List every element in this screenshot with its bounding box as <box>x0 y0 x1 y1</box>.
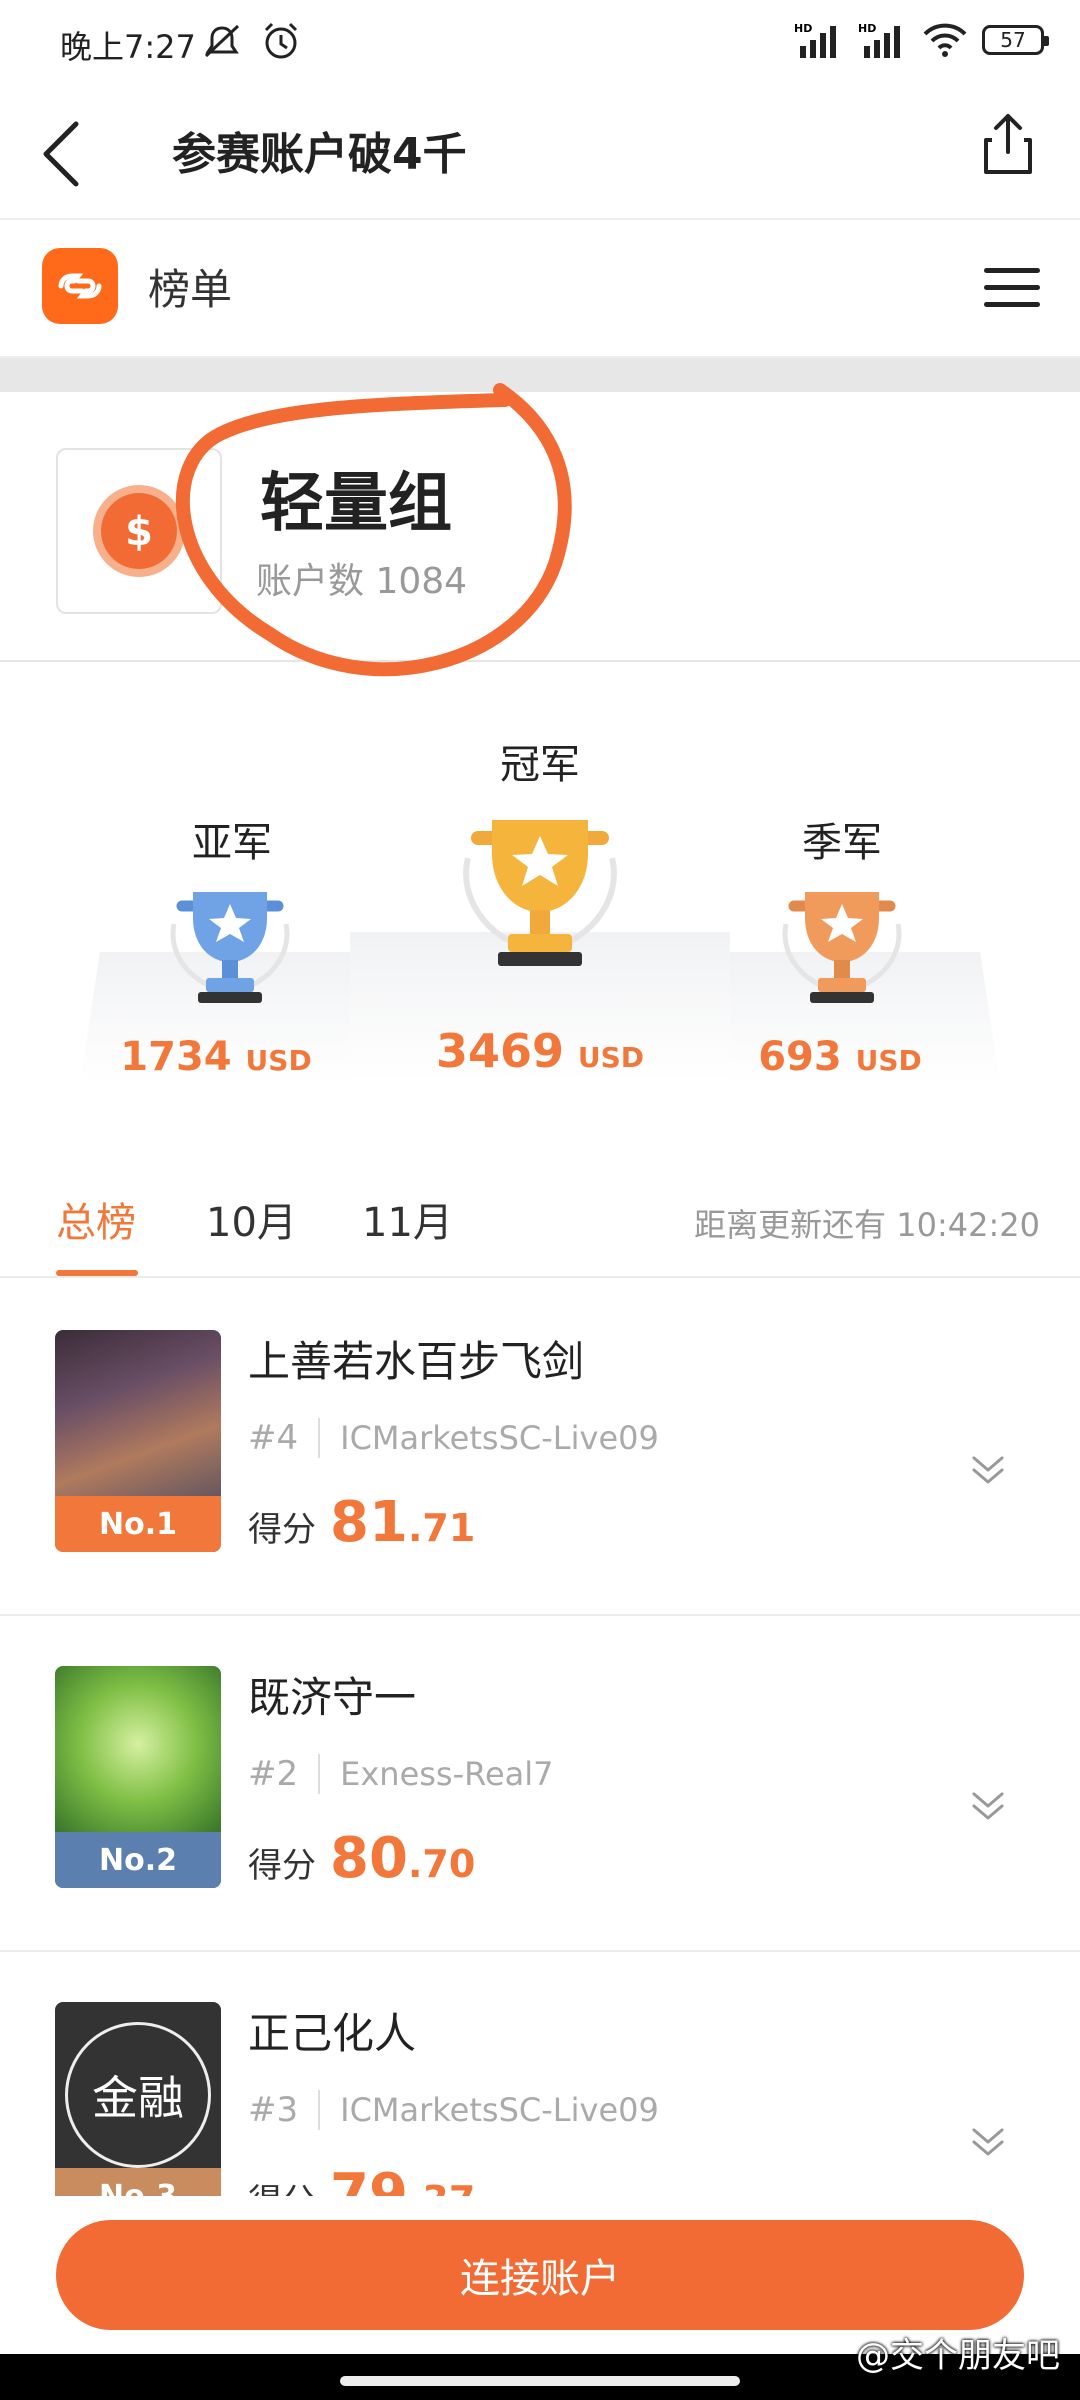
expand-chevron-icon[interactable] <box>966 1784 1010 1828</box>
update-countdown: 距离更新还有 10:42:20 <box>694 1206 1040 1244</box>
menu-button[interactable] <box>984 268 1040 308</box>
score-integer: 81 <box>330 1490 408 1555</box>
ranking-label: 榜单 <box>148 265 233 314</box>
user-score: 得分 81 .71 <box>248 1490 475 1555</box>
tab-october[interactable]: 10月 <box>206 1190 297 1248</box>
leaderboard-row[interactable]: No.2 既济守一 #2 Exness-Real7 得分 80 .70 <box>0 1614 1080 1952</box>
app-header: 参赛账户破4千 <box>0 80 1080 220</box>
watermark: @交个朋友吧 <box>856 2336 1060 2376</box>
user-meta: #3 ICMarketsSC-Live09 <box>248 2090 659 2130</box>
champion-prize-currency: USD <box>577 1041 645 1074</box>
app-logo-icon <box>42 248 118 324</box>
expand-chevron-icon[interactable] <box>966 2120 1010 2164</box>
svg-text:HD: HD <box>794 22 812 35</box>
battery-icon: 57 <box>982 25 1049 55</box>
user-name: 上善若水百步飞剑 <box>248 1337 585 1386</box>
meta-divider <box>318 2090 321 2130</box>
menu-icon-line <box>984 285 1040 290</box>
user-name: 既济守一 <box>248 1673 417 1722</box>
tab-november[interactable]: 11月 <box>362 1190 453 1248</box>
menu-icon <box>984 268 1040 273</box>
home-indicator[interactable] <box>340 2376 740 2386</box>
wifi-icon <box>923 23 967 57</box>
runner-up-prize: 1734 USD <box>66 1034 366 1080</box>
runner-up-prize-currency: USD <box>245 1044 312 1077</box>
status-bar: 晚上7:27 HD HD 57 <box>0 0 1080 80</box>
user-server: ICMarketsSC-Live09 <box>340 2091 659 2129</box>
score-decimal: .71 <box>407 1506 476 1550</box>
alarm-icon <box>260 20 302 66</box>
page-title: 参赛账户破4千 <box>172 129 467 180</box>
runner-up-label: 亚军 <box>192 820 272 866</box>
svg-text:HD: HD <box>858 22 876 35</box>
mute-icon <box>200 22 244 66</box>
meta-divider <box>318 1754 321 1794</box>
user-score: 得分 80 .70 <box>248 1826 475 1891</box>
user-avatar: No.2 <box>55 1666 221 1888</box>
score-label: 得分 <box>248 1510 316 1550</box>
gold-trophy-icon <box>463 820 617 966</box>
period-tabs: 总榜 10月 11月 距离更新还有 10:42:20 <box>0 1170 1080 1278</box>
signal-icon-2: HD <box>858 22 900 58</box>
score-integer: 80 <box>330 1826 408 1891</box>
share-button[interactable] <box>978 110 1038 180</box>
user-avatar: 金融 No.3 <box>55 2002 221 2224</box>
podium: 冠军 亚军 季军 3469 USD 1734 USD 693 USD <box>0 662 1080 1112</box>
user-name: 正己化人 <box>248 2009 417 2058</box>
group-card: $ 轻量组 账户数 1084 <box>0 383 1080 677</box>
expand-chevron-icon[interactable] <box>966 1448 1010 1492</box>
bronze-trophy-icon <box>782 892 902 1003</box>
rank-badge: No.1 <box>55 1496 221 1552</box>
connect-account-button[interactable]: 连接账户 <box>56 2220 1024 2330</box>
champion-label: 冠军 <box>500 742 580 788</box>
third-place-prize-currency: USD <box>855 1044 922 1077</box>
user-rank: #4 <box>248 1418 299 1458</box>
runner-up-prize-amount: 1734 <box>120 1034 232 1080</box>
tab-overall[interactable]: 总榜 <box>56 1190 136 1248</box>
avatar-logo-text: 金融 <box>65 2022 211 2168</box>
score-label: 得分 <box>248 1846 316 1886</box>
signal-icon-1: HD <box>794 22 836 58</box>
user-meta: #4 ICMarketsSC-Live09 <box>248 1418 659 1458</box>
user-avatar: No.1 <box>55 1330 221 1552</box>
third-place-prize-amount: 693 <box>758 1034 842 1080</box>
leaderboard-row[interactable]: No.1 上善若水百步飞剑 #4 ICMarketsSC-Live09 得分 8… <box>0 1278 1080 1616</box>
status-time: 晚上7:27 <box>60 28 196 66</box>
svg-text:$: $ <box>125 509 153 555</box>
silver-trophy-icon <box>170 892 290 1003</box>
hand-drawn-circle-annotation <box>175 383 572 677</box>
meta-divider <box>318 1418 321 1458</box>
score-decimal: .70 <box>407 1842 476 1886</box>
bottom-overlay: @交个朋友吧 <box>0 2336 1080 2400</box>
user-server: Exness-Real7 <box>340 1755 554 1793</box>
champion-prize: 3469 USD <box>390 1024 690 1078</box>
menu-icon-line <box>984 302 1040 307</box>
rank-badge: No.2 <box>55 1832 221 1888</box>
active-tab-indicator <box>56 1270 138 1276</box>
champion-prize-amount: 3469 <box>435 1024 564 1078</box>
user-server: ICMarketsSC-Live09 <box>340 1419 659 1457</box>
status-icons: HD HD 57 <box>794 18 1049 62</box>
user-rank: #3 <box>248 2090 299 2130</box>
third-place-label: 季军 <box>802 820 882 866</box>
third-place-prize: 693 USD <box>690 1034 990 1080</box>
chevron-left-icon <box>43 121 79 187</box>
share-icon <box>984 114 1032 174</box>
user-rank: #2 <box>248 1754 299 1794</box>
back-button[interactable] <box>34 110 94 190</box>
user-meta: #2 Exness-Real7 <box>248 1754 553 1794</box>
